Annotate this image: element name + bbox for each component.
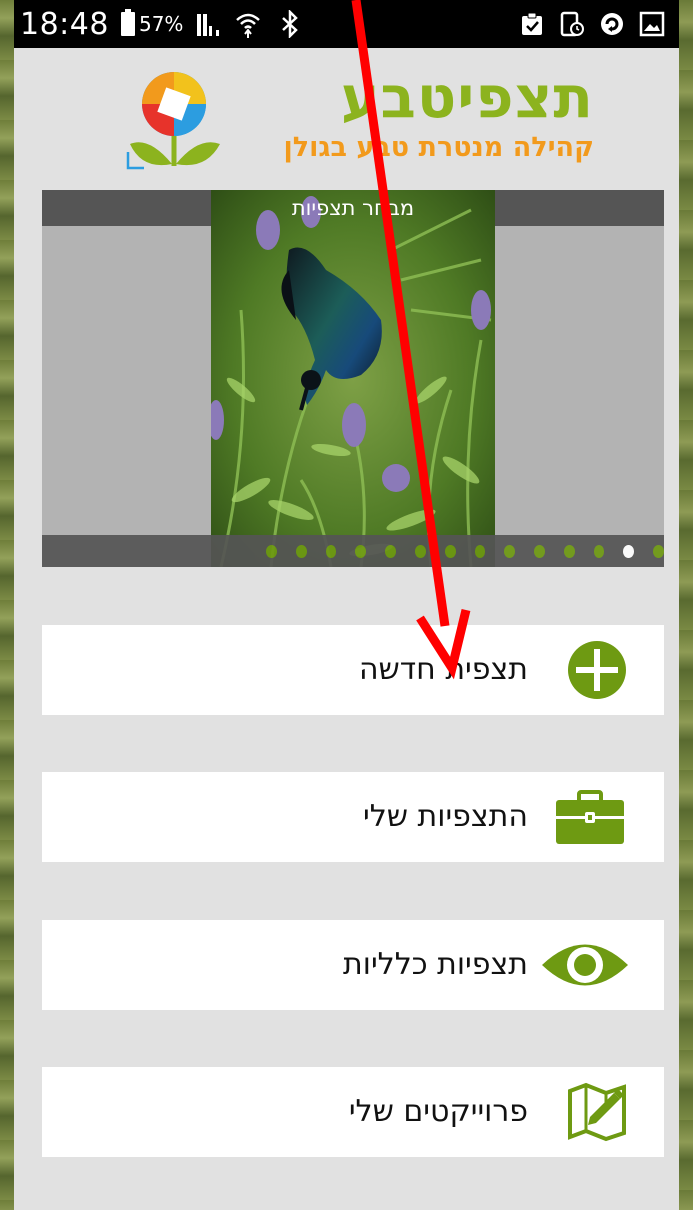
my-projects-button[interactable]: פרוייקטים שלי (42, 1067, 664, 1157)
carousel-dot[interactable] (325, 544, 337, 558)
carousel-dot[interactable] (504, 544, 516, 558)
carousel-dot[interactable] (563, 544, 575, 558)
carousel-dot[interactable] (444, 544, 456, 558)
my-projects-label: פרוייקטים שלי (348, 1094, 528, 1129)
app-screen: 18:48 57% תצפיטבע קהילה מנטרת טבע בגולן … (14, 0, 679, 1210)
new-observation-label: תצפית חדשה (358, 652, 528, 687)
logo-title: תצפיטבע (340, 63, 594, 131)
app-logo: תצפיטבע קהילה מנטרת טבע בגולן (124, 66, 594, 176)
sync-icon (601, 13, 623, 35)
carousel-dot[interactable] (474, 544, 486, 558)
flower-camera-logo-icon (126, 72, 220, 170)
carousel-dot[interactable] (593, 544, 605, 558)
general-observations-label: תצפיות כלליות (343, 947, 528, 982)
carousel-dots (42, 535, 664, 567)
status-notifications (519, 11, 665, 37)
carousel-dot[interactable] (534, 544, 545, 558)
my-observations-label: התצפיות שלי (363, 799, 528, 834)
carousel-dot[interactable] (355, 544, 367, 558)
map-pencil-icon (568, 1082, 626, 1142)
briefcase-icon (556, 790, 624, 844)
background-foliage-right (679, 0, 693, 1210)
my-observations-button[interactable]: התצפיות שלי (42, 772, 664, 862)
observations-carousel[interactable]: מבחר תצפיות (42, 190, 664, 567)
carousel-title: מבחר תצפיות (291, 196, 415, 220)
carousel-dot[interactable] (295, 544, 307, 558)
carousel-dot[interactable] (266, 544, 277, 558)
screen-timer-icon (560, 11, 584, 37)
logo-subtitle: קהילה מנטרת טבע בגולן (283, 132, 594, 163)
clipboard-check-icon (522, 12, 542, 35)
new-observation-button[interactable]: תצפית חדשה (42, 625, 664, 715)
gallery-icon (639, 11, 665, 37)
carousel-indicator-bar (42, 535, 664, 567)
sunbird-photo (211, 190, 495, 567)
carousel-dot[interactable] (623, 544, 635, 558)
carousel-dot[interactable] (385, 544, 396, 558)
wifi-icon (236, 13, 261, 38)
plus-circle-icon (568, 641, 626, 699)
carousel-dot[interactable] (653, 544, 664, 558)
eye-icon (542, 944, 628, 986)
signal-icon (197, 12, 220, 36)
carousel-dot[interactable] (414, 544, 426, 558)
battery-percent: 57% (138, 12, 184, 36)
general-observations-button[interactable]: תצפיות כלליות (42, 920, 664, 1010)
status-bar: 18:48 57% (14, 0, 679, 48)
status-time: 18:48 (20, 6, 109, 42)
battery-icon (120, 9, 135, 36)
background-foliage-left (0, 0, 14, 1210)
bluetooth-icon (282, 10, 299, 38)
carousel-photo[interactable] (211, 190, 495, 567)
